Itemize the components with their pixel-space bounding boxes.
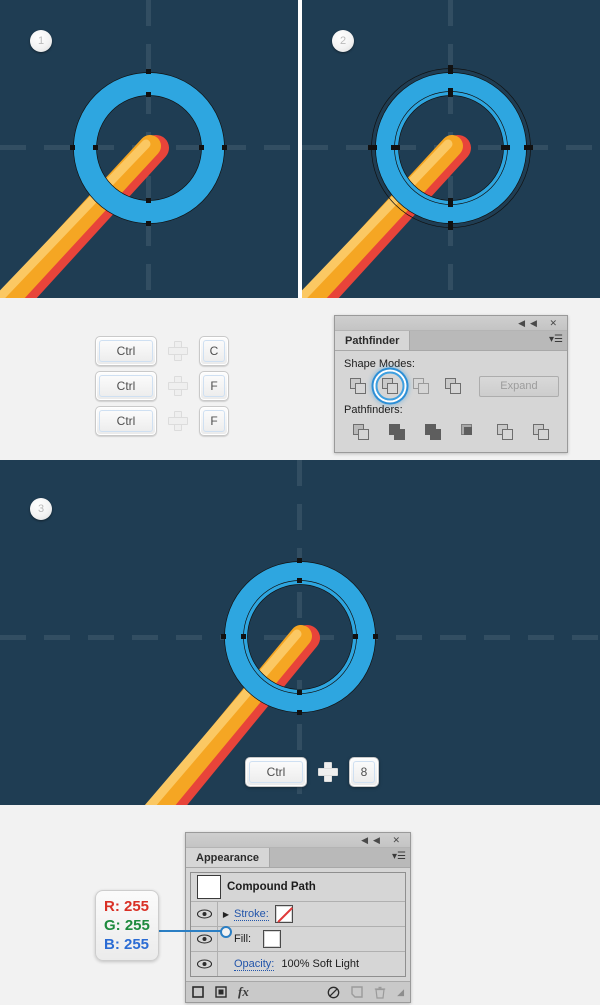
opacity-label[interactable]: Opacity:	[234, 958, 275, 971]
duplicate-item-icon[interactable]	[351, 986, 363, 998]
pathfinder-crop[interactable]	[451, 420, 487, 444]
pathfinder-panel[interactable]: ◀◀ ✕ Pathfinder ▾☰ Shape Modes: Expand P…	[334, 315, 568, 453]
step-badge-2: 2	[332, 30, 354, 52]
plus-icon	[168, 411, 188, 431]
callout-connector-dot	[220, 926, 232, 938]
panel-titlebar[interactable]: ◀◀ ✕	[335, 316, 567, 331]
opacity-value: 100% Soft Light	[281, 958, 360, 970]
shape-modes-label: Shape Modes:	[344, 358, 415, 370]
key-ctrl[interactable]: Ctrl	[95, 406, 157, 436]
fill-swatch-white[interactable]	[263, 930, 282, 948]
stroke-label[interactable]: Stroke:	[234, 908, 269, 921]
step-badge-1: 1	[30, 30, 52, 52]
pathfinder-merge[interactable]	[415, 420, 451, 444]
key-c[interactable]: C	[199, 336, 229, 366]
plus-icon	[318, 762, 338, 782]
object-type-label: Compound Path	[227, 881, 316, 893]
step-3-artwork	[144, 558, 378, 805]
tab-pathfinder[interactable]: Pathfinder	[335, 331, 411, 350]
shape-modes-row: Expand	[343, 371, 560, 401]
appearance-row-stroke[interactable]: ▶ Stroke:	[191, 902, 405, 927]
pathfinder-outline[interactable]	[487, 420, 523, 444]
key-8[interactable]: 8	[349, 757, 379, 787]
pathfinder-body: Shape Modes: Expand Pathfinders:	[335, 351, 567, 452]
collapse-icon[interactable]: ◀◀	[361, 835, 385, 845]
stroke-swatch-none[interactable]	[274, 905, 293, 923]
shortcut-row-ctrl-8: Ctrl 8	[245, 757, 379, 787]
close-icon[interactable]: ✕	[549, 318, 562, 328]
shape-mode-unite[interactable]	[343, 374, 374, 398]
pathfinders-row	[343, 420, 559, 444]
appearance-panel[interactable]: ◀◀ ✕ Appearance ▾☰ Compound Path ▶ Strok…	[185, 832, 411, 1003]
rgb-blue-value: B: 255	[104, 936, 150, 953]
callout-connector-line	[148, 930, 228, 932]
shape-mode-intersect[interactable]	[406, 374, 437, 398]
add-new-effect-icon[interactable]: fx	[238, 984, 249, 1000]
collapse-icon[interactable]: ◀◀	[518, 318, 542, 328]
visibility-eye-icon[interactable]	[191, 952, 218, 976]
artboard-step-1: 1	[0, 0, 298, 298]
pathfinder-divide[interactable]	[343, 420, 379, 444]
add-new-stroke-icon[interactable]	[192, 986, 204, 998]
object-thumbnail	[197, 875, 221, 899]
expand-arrow-icon[interactable]: ▶	[218, 910, 234, 919]
appearance-object-row[interactable]: Compound Path	[191, 873, 405, 902]
clear-appearance-icon[interactable]	[327, 986, 340, 999]
panel-tab-strip[interactable]: Pathfinder ▾☰	[335, 331, 567, 351]
appearance-footer: fx ◢	[186, 981, 410, 1002]
pathfinders-label: Pathfinders:	[344, 404, 403, 416]
panel-tab-strip[interactable]: Appearance ▾☰	[186, 848, 410, 868]
tutorial-canvas: 1 2 Ctrl C Ctrl F Ctrl F ◀◀ ✕ Pathfinder…	[0, 0, 600, 1005]
shortcut-row-ctrl-f-2: Ctrl F	[95, 406, 229, 436]
step-badge-3: 3	[30, 498, 52, 520]
artboard-step-2: 2	[302, 0, 600, 298]
resize-grip-icon[interactable]: ◢	[397, 987, 404, 998]
key-f[interactable]: F	[199, 371, 229, 401]
plus-icon	[168, 341, 188, 361]
close-icon[interactable]: ✕	[392, 835, 405, 845]
expand-button[interactable]: Expand	[478, 375, 560, 397]
titlebar-icons[interactable]: ◀◀ ✕	[361, 834, 405, 846]
panel-menu-icon[interactable]: ▾☰	[549, 334, 563, 346]
rgb-color-callout: R: 255 G: 255 B: 255	[95, 890, 159, 961]
shape-mode-minus-front[interactable]	[374, 371, 405, 401]
rgb-green-value: G: 255	[104, 917, 150, 934]
artboard-step-3: 3 Ctrl 8	[0, 460, 600, 805]
appearance-list: Compound Path ▶ Stroke: Fill: Opacity: 1…	[190, 872, 406, 977]
shortcut-row-ctrl-f-1: Ctrl F	[95, 371, 229, 401]
plus-icon	[168, 376, 188, 396]
delete-item-icon[interactable]	[374, 986, 386, 999]
pathfinder-minus-back[interactable]	[523, 420, 559, 444]
panel-menu-icon[interactable]: ▾☰	[392, 851, 406, 863]
key-ctrl[interactable]: Ctrl	[245, 757, 307, 787]
add-new-fill-icon[interactable]	[215, 986, 227, 998]
tab-appearance[interactable]: Appearance	[186, 848, 270, 867]
panel-titlebar[interactable]: ◀◀ ✕	[186, 833, 410, 848]
rgb-red-value: R: 255	[104, 898, 150, 915]
titlebar-icons[interactable]: ◀◀ ✕	[518, 317, 562, 329]
key-f[interactable]: F	[199, 406, 229, 436]
shortcut-row-ctrl-c: Ctrl C	[95, 336, 229, 366]
section-divider	[298, 0, 302, 298]
pathfinder-trim[interactable]	[379, 420, 415, 444]
shape-mode-exclude[interactable]	[437, 374, 468, 398]
key-ctrl[interactable]: Ctrl	[95, 371, 157, 401]
fill-label: Fill:	[234, 933, 252, 945]
visibility-eye-icon[interactable]	[191, 902, 218, 926]
key-ctrl[interactable]: Ctrl	[95, 336, 157, 366]
appearance-row-opacity[interactable]: Opacity: 100% Soft Light	[191, 952, 405, 976]
